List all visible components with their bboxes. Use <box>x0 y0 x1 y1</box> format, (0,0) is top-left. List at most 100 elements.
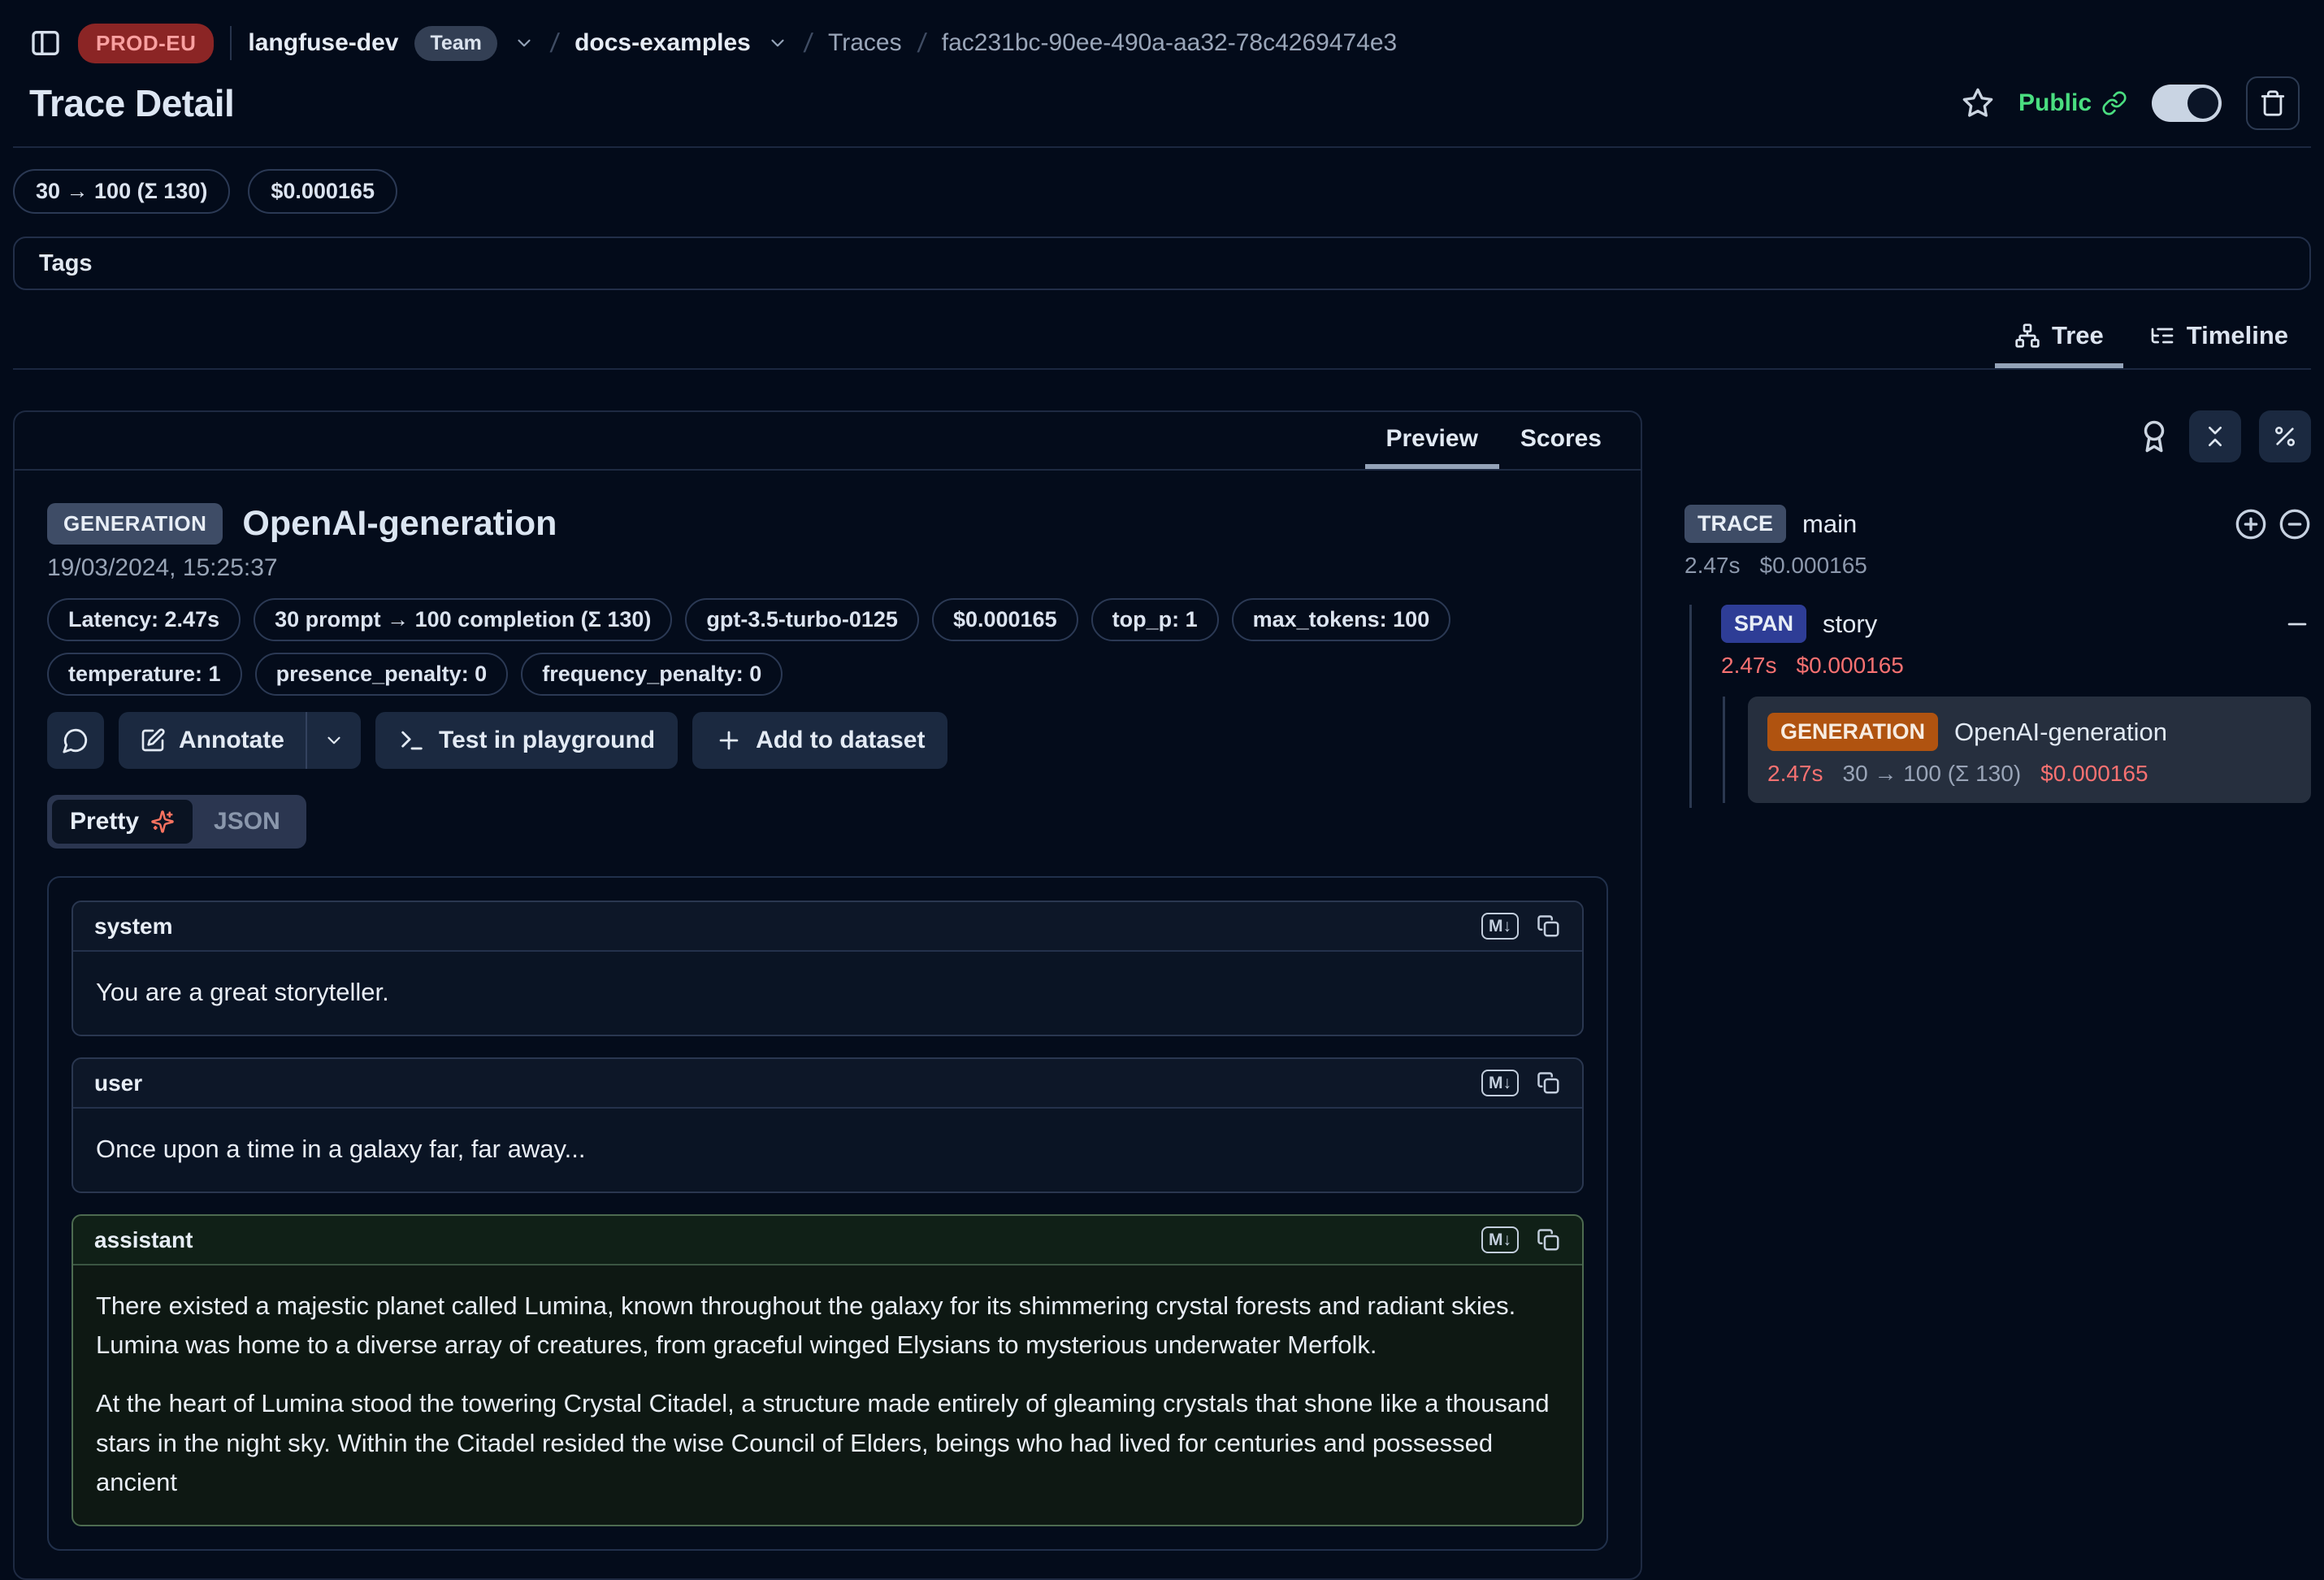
annotate-dropdown-button[interactable] <box>307 712 361 769</box>
comment-button[interactable] <box>47 712 104 769</box>
message-tools: M↓ <box>1481 1070 1561 1096</box>
breadcrumb-separator: / <box>802 28 814 59</box>
markdown-toggle-icon[interactable]: M↓ <box>1481 1070 1519 1096</box>
observation-name: OpenAI-generation <box>242 504 557 544</box>
chevrons-down-up-icon <box>2202 423 2228 449</box>
breadcrumb-org[interactable]: langfuse-dev <box>248 29 398 57</box>
terminal-icon <box>398 727 426 754</box>
assistant-paragraph: At the heart of Lumina stood the towerin… <box>96 1384 1559 1501</box>
observation-timestamp: 19/03/2024, 15:25:37 <box>47 554 1608 582</box>
minus-circle-icon[interactable] <box>2278 508 2311 540</box>
toggle-metrics-button[interactable] <box>2259 410 2311 462</box>
trace-summary-badges: 30 → 100 (Σ 130) $0.000165 <box>13 169 2311 214</box>
org-plan-badge: Team <box>414 26 496 61</box>
markdown-toggle-icon[interactable]: M↓ <box>1481 913 1519 940</box>
annotate-button[interactable]: Annotate <box>119 712 306 769</box>
span-name: story <box>1823 610 1877 639</box>
cost-badge: $0.000165 <box>932 598 1078 641</box>
message-header: system M↓ <box>73 902 1582 952</box>
chevron-down-icon[interactable] <box>767 33 788 54</box>
award-icon <box>2137 419 2171 454</box>
frequency-penalty-badge: frequency_penalty: 0 <box>521 653 783 696</box>
breadcrumb-project[interactable]: docs-examples <box>574 29 751 57</box>
tab-tree[interactable]: Tree <box>1995 311 2123 368</box>
latency-badge: Latency: 2.47s <box>47 598 241 641</box>
add-to-dataset-label: Add to dataset <box>756 727 925 754</box>
toggle-knob <box>2187 88 2218 119</box>
playground-label: Test in playground <box>439 727 655 754</box>
page-title: Trace Detail <box>29 81 234 125</box>
copy-icon <box>1537 914 1561 939</box>
tab-timeline[interactable]: Timeline <box>2130 311 2308 368</box>
token-detail-badge: 30 prompt → 100 completion (Σ 130) <box>254 598 672 641</box>
delete-trace-button[interactable] <box>2246 76 2300 130</box>
public-share-link[interactable]: Public <box>2018 89 2127 117</box>
bookmark-star-button[interactable] <box>1962 87 1994 119</box>
trash-icon <box>2259 89 2287 117</box>
message-content: Once upon a time in a galaxy far, far aw… <box>73 1109 1582 1192</box>
cost-badge: $0.000165 <box>248 169 397 214</box>
format-toggle: Pretty JSON <box>47 795 306 849</box>
tree-node-generation-selected[interactable]: GENERATION OpenAI-generation 2.47s 30 → … <box>1748 697 2311 803</box>
page-header: Trace Detail Public <box>13 65 2311 130</box>
format-pretty-button[interactable]: Pretty <box>52 800 193 844</box>
breadcrumb-trace-id: fac231bc-90ee-490a-aa32-78c4269474e3 <box>942 29 1397 57</box>
scores-award-button[interactable] <box>2137 419 2171 454</box>
copy-icon <box>1537 1228 1561 1252</box>
copy-icon <box>1537 1071 1561 1096</box>
observation-type-badge: GENERATION <box>47 503 223 545</box>
tree-icon <box>2014 323 2040 349</box>
top-p-badge: top_p: 1 <box>1091 598 1219 641</box>
view-tabs: Tree Timeline <box>13 311 2311 370</box>
breadcrumb-section[interactable]: Traces <box>828 29 902 57</box>
tree-node-trace[interactable]: TRACE main <box>1684 505 2311 543</box>
breadcrumb: PROD-EU langfuse-dev Team / docs-example… <box>13 0 2311 65</box>
copy-button[interactable] <box>1537 1071 1561 1096</box>
annotate-split-button: Annotate <box>119 712 361 769</box>
collapse-all-button[interactable] <box>2189 410 2241 462</box>
message-role: user <box>94 1070 142 1096</box>
breadcrumb-divider <box>230 26 232 60</box>
tab-preview[interactable]: Preview <box>1365 412 1499 469</box>
sidebar-toggle-button[interactable] <box>29 27 62 59</box>
copy-button[interactable] <box>1537 914 1561 939</box>
copy-button[interactable] <box>1537 1228 1561 1252</box>
message-tools: M↓ <box>1481 1226 1561 1253</box>
main-layout: Preview Scores GENERATION OpenAI-generat… <box>13 410 2311 1580</box>
annotate-label: Annotate <box>179 727 284 754</box>
header-actions: Public <box>1962 76 2300 130</box>
trace-cost: $0.000165 <box>1760 553 1867 579</box>
max-tokens-badge: max_tokens: 100 <box>1232 598 1451 641</box>
test-in-playground-button[interactable]: Test in playground <box>375 712 678 769</box>
star-icon <box>1962 87 1994 119</box>
tab-scores[interactable]: Scores <box>1499 412 1623 469</box>
message-user: user M↓ Once upon a time in a galaxy far… <box>72 1057 1584 1193</box>
header-divider <box>13 146 2311 148</box>
generation-latency: 2.47s <box>1767 761 1823 787</box>
observation-actions: Annotate Test in playground Add to datas… <box>47 712 1608 769</box>
message-role: assistant <box>94 1227 193 1253</box>
chevron-down-icon[interactable] <box>514 33 535 54</box>
message-system: system M↓ You are a great storyteller. <box>72 901 1584 1036</box>
format-json-button[interactable]: JSON <box>193 800 301 844</box>
assistant-paragraph: There existed a majestic planet called L… <box>96 1287 1559 1365</box>
public-toggle[interactable] <box>2152 85 2222 122</box>
plus-circle-icon[interactable] <box>2235 508 2267 540</box>
environment-badge[interactable]: PROD-EU <box>78 24 214 63</box>
add-to-dataset-button[interactable]: Add to dataset <box>692 712 947 769</box>
generation-name: OpenAI-generation <box>1954 718 2167 747</box>
minus-icon[interactable] <box>2283 610 2311 638</box>
span-cost: $0.000165 <box>1797 653 1904 679</box>
temperature-badge: temperature: 1 <box>47 653 242 696</box>
observation-meta-badges: Latency: 2.47s 30 prompt → 100 completio… <box>47 598 1502 696</box>
message-tools: M↓ <box>1481 913 1561 940</box>
tree-node-span[interactable]: SPAN story <box>1721 605 2311 643</box>
generation-type-badge: GENERATION <box>1767 713 1938 751</box>
tags-container[interactable]: Tags <box>13 237 2311 290</box>
tree-zoom-controls <box>2235 508 2311 540</box>
markdown-toggle-icon[interactable]: M↓ <box>1481 1226 1519 1253</box>
observation-header: GENERATION OpenAI-generation <box>47 503 1608 545</box>
token-usage-badge: 30 → 100 (Σ 130) <box>13 169 230 214</box>
generation-stats: 2.47s 30 → 100 (Σ 130) $0.000165 <box>1767 761 2291 787</box>
sparkles-icon <box>150 810 175 834</box>
